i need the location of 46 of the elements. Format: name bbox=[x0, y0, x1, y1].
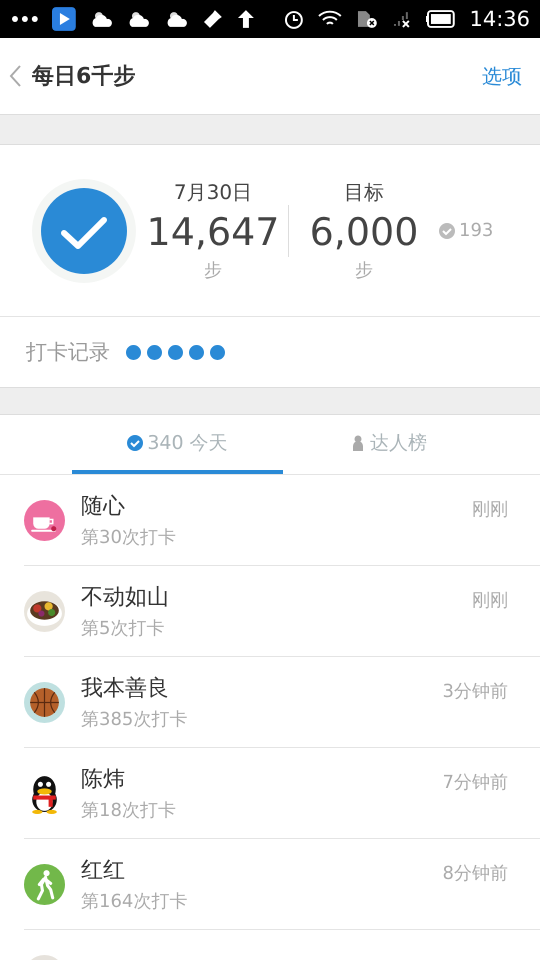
record-label: 打卡记录 bbox=[26, 339, 110, 366]
flashlight-icon bbox=[202, 9, 223, 29]
page-title: 每日6千步 bbox=[32, 63, 136, 91]
more-icon bbox=[12, 16, 38, 22]
person-icon bbox=[350, 434, 366, 450]
check-icon bbox=[127, 434, 144, 450]
tab[interactable]: 达人榜 bbox=[283, 415, 494, 474]
alarm-icon bbox=[282, 8, 304, 30]
options-link[interactable]: 选项 bbox=[482, 62, 522, 90]
time-label: 刚刚 bbox=[472, 498, 508, 521]
checkin-count: 第385次打卡 bbox=[81, 708, 188, 731]
step-count: 14,647 bbox=[146, 209, 280, 256]
no-signal-icon bbox=[392, 10, 412, 28]
user-name: 陈炜 bbox=[81, 766, 126, 794]
time-label: 刚刚 bbox=[472, 589, 508, 612]
cloud-icon bbox=[165, 10, 189, 28]
checkin-count: 第30次打卡 bbox=[81, 526, 177, 549]
tab[interactable]: 340 今天 bbox=[72, 415, 283, 474]
checkin-count: 第5次打卡 bbox=[81, 617, 166, 640]
cloud-icon bbox=[90, 10, 114, 28]
unit-label: 步 bbox=[355, 259, 373, 282]
goal-label: 目标 bbox=[344, 179, 384, 206]
checkin-count: 193 bbox=[459, 220, 494, 241]
play-icon bbox=[52, 7, 76, 31]
back-icon[interactable] bbox=[8, 64, 22, 88]
unit-label: 步 bbox=[204, 259, 222, 282]
walking-person-avatar bbox=[24, 864, 65, 904]
cloud-icon bbox=[127, 10, 152, 28]
check-icon bbox=[439, 222, 455, 238]
basketball-avatar bbox=[24, 682, 65, 722]
time-label: 8分钟前 bbox=[442, 862, 508, 885]
time-label: 7分钟前 bbox=[442, 771, 508, 794]
user-name: 红红 bbox=[81, 857, 126, 885]
goal-count: 6,000 bbox=[310, 209, 418, 256]
upload-arrow-icon bbox=[236, 9, 255, 29]
checkin-count: 第164次打卡 bbox=[81, 890, 188, 913]
user-name: 随心 bbox=[81, 493, 126, 521]
cup-avatar bbox=[24, 500, 65, 540]
sim-error-icon bbox=[356, 9, 378, 29]
clock-time: 14:36 bbox=[469, 7, 530, 31]
user-name: 我本善良 bbox=[81, 675, 170, 703]
checkin-count: 第18次打卡 bbox=[81, 799, 177, 822]
battery-icon bbox=[426, 10, 456, 28]
date-label: 7月30日 bbox=[174, 179, 252, 206]
time-label: 3分钟前 bbox=[442, 680, 508, 703]
user-name: 不动如山 bbox=[81, 584, 170, 612]
